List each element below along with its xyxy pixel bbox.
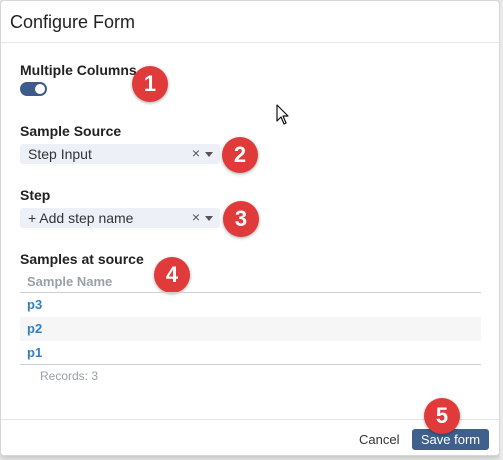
annotation-badge-1: 1 (132, 66, 168, 102)
multiple-columns-toggle[interactable] (20, 82, 47, 96)
samples-at-source-label: Samples at source (20, 251, 144, 267)
cancel-button[interactable]: Cancel (359, 432, 399, 447)
sample-source-label: Sample Source (20, 123, 122, 139)
step-value: + Add step name (28, 210, 134, 226)
chevron-down-icon[interactable] (205, 152, 213, 157)
annotation-badge-2: 2 (222, 137, 258, 173)
chevron-down-icon[interactable] (205, 216, 213, 221)
step-label: Step (20, 187, 51, 203)
records-count: Records: 3 (40, 369, 99, 383)
clear-icon[interactable]: × (192, 145, 200, 161)
multiple-columns-label: Multiple Columns (20, 62, 137, 78)
dialog-footer: Cancel Save form (1, 419, 499, 457)
table-row[interactable]: p1 (20, 341, 481, 365)
clear-icon[interactable]: × (192, 209, 200, 225)
mouse-cursor-icon (276, 104, 289, 125)
sample-source-value: Step Input (28, 146, 92, 162)
dialog-title: Configure Form (10, 12, 136, 32)
save-form-button[interactable]: Save form (412, 429, 489, 450)
table-bottom-divider (20, 364, 481, 365)
table-row[interactable]: p2 (20, 317, 481, 341)
sample-name-cell[interactable]: p1 (27, 345, 42, 360)
sample-name-cell[interactable]: p2 (27, 321, 42, 336)
configure-form-dialog: Configure Form Multiple Columns 1 Sample… (0, 0, 500, 456)
column-header-sample-name[interactable]: Sample Name (27, 274, 112, 289)
dialog-header: Configure Form (1, 1, 499, 43)
annotation-badge-3: 3 (223, 201, 259, 237)
sample-source-select[interactable]: Step Input × (20, 144, 220, 164)
sample-name-cell[interactable]: p3 (27, 297, 42, 312)
annotation-badge-5: 5 (424, 398, 460, 434)
toggle-knob (35, 84, 45, 94)
table-row[interactable]: p3 (20, 293, 481, 317)
annotation-badge-4: 4 (154, 257, 190, 293)
step-select[interactable]: + Add step name × (20, 208, 220, 228)
